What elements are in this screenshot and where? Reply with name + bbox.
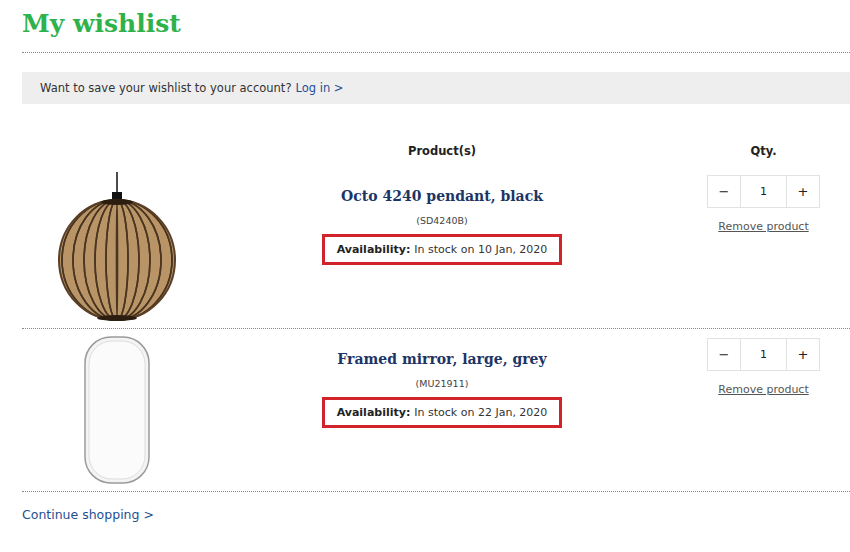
quantity-cell: −1+ Remove product xyxy=(672,335,850,485)
table-header: Product(s) Qty. xyxy=(22,144,850,158)
quantity-stepper: −1+ xyxy=(707,175,820,208)
availability-value: In stock on 22 Jan, 2020 xyxy=(414,406,547,419)
login-bar: Want to save your wishlist to your accou… xyxy=(22,72,850,104)
product-name[interactable]: Framed mirror, large, grey xyxy=(212,351,672,367)
increase-button[interactable]: + xyxy=(787,339,819,370)
quantity-cell: −1+ Remove product xyxy=(672,172,850,322)
product-image[interactable] xyxy=(22,172,212,322)
decrease-button[interactable]: − xyxy=(708,176,740,207)
decrease-button[interactable]: − xyxy=(708,339,740,370)
availability: Availability:In stock on 22 Jan, 2020 xyxy=(322,397,563,428)
product-code: (SD4240B) xyxy=(212,215,672,226)
continue-shopping-link[interactable]: Continue shopping > xyxy=(22,507,154,522)
product-name[interactable]: Octo 4240 pendant, black xyxy=(212,188,672,204)
login-link[interactable]: Log in > xyxy=(295,81,343,95)
pendant-lamp-icon xyxy=(52,172,182,322)
product-code: (MU21911) xyxy=(212,378,672,389)
product-row: Octo 4240 pendant, black (SD4240B) Availab… xyxy=(22,166,850,329)
product-column-header: Product(s) xyxy=(212,144,672,158)
login-prompt: Want to save your wishlist to your accou… xyxy=(40,81,291,95)
availability-value: In stock on 10 Jan, 2020 xyxy=(414,243,547,256)
quantity-field[interactable]: 1 xyxy=(740,176,787,207)
availability-label: Availability: xyxy=(337,243,411,256)
wishlist-page: My wishlist Want to save your wishlist to… xyxy=(0,0,850,523)
page-title: My wishlist xyxy=(22,8,850,53)
product-info: Octo 4240 pendant, black (SD4240B) Availab… xyxy=(212,172,672,322)
qty-column-cell: Qty. xyxy=(672,144,850,158)
availability-label: Availability: xyxy=(337,406,411,419)
quantity-stepper: −1+ xyxy=(707,338,820,371)
increase-button[interactable]: + xyxy=(787,176,819,207)
product-image[interactable] xyxy=(22,335,212,485)
remove-product-link[interactable]: Remove product xyxy=(707,220,820,233)
availability: Availability:In stock on 10 Jan, 2020 xyxy=(322,234,563,265)
product-row: Framed mirror, large, grey (MU21911) Avail… xyxy=(22,329,850,492)
mirror-icon xyxy=(82,335,152,485)
qty-column-header: Qty. xyxy=(707,144,820,158)
remove-product-link[interactable]: Remove product xyxy=(707,383,820,396)
product-info: Framed mirror, large, grey (MU21911) Avail… xyxy=(212,335,672,485)
quantity-field[interactable]: 1 xyxy=(740,339,787,370)
